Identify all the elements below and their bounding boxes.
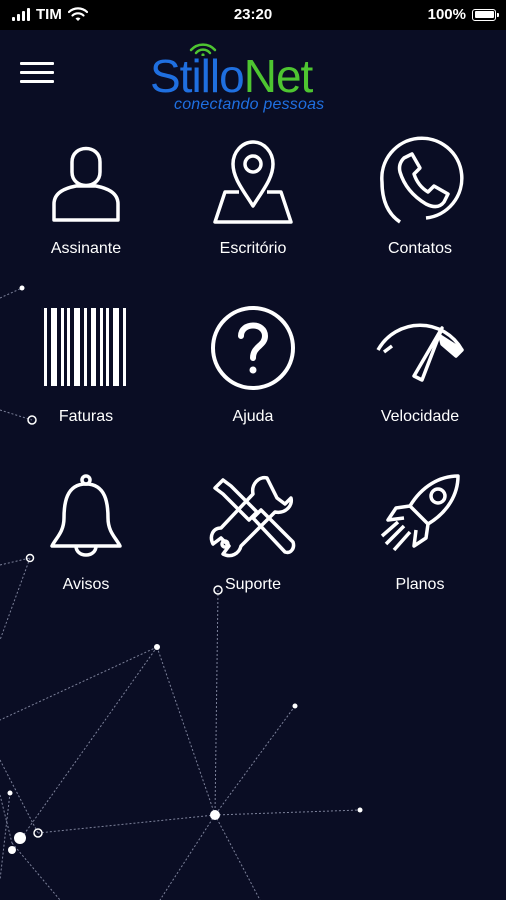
menu-item-label: Planos [395,576,445,593]
menu-item-velocidade[interactable]: Velocidade [336,298,504,448]
menu-item-avisos[interactable]: Avisos [2,466,170,616]
phone-icon [370,130,470,230]
logo-slogan: conectando pessoas [174,96,325,113]
map-pin-icon [203,130,303,230]
menu-item-label: Ajuda [232,408,274,425]
speedometer-icon [370,298,470,398]
help-icon [203,298,303,398]
battery-icon [472,8,499,21]
barcode-icon [36,298,136,398]
menu-item-contatos[interactable]: Contatos [336,130,504,280]
stillonet-logo: StilloNet conectando pessoas [150,36,360,116]
bell-icon [36,466,136,566]
menu-item-suporte[interactable]: Suporte [169,466,337,616]
user-icon [36,130,136,230]
logo-net-text: Net [243,50,314,102]
menu-item-label: Escritório [219,240,287,257]
menu-item-label: Velocidade [380,408,460,425]
menu-item-label: Contatos [387,240,453,257]
menu-item-label: Faturas [58,408,114,425]
hamburger-menu-button[interactable] [20,62,54,88]
status-bar: TIM 23:20 100% [0,0,506,30]
rocket-icon [370,466,470,566]
menu-item-faturas[interactable]: Faturas [2,298,170,448]
menu-item-label: Avisos [62,576,110,593]
status-right: 100% [427,6,499,23]
menu-item-planos[interactable]: Planos [336,466,504,616]
menu-item-ajuda[interactable]: Ajuda [169,298,337,448]
app-header: StilloNet conectando pessoas [0,30,506,120]
logo-stillo-text: Stillo [150,50,245,102]
logo-wordmark: StilloNet [150,50,314,102]
tools-icon [203,466,303,566]
menu-item-label: Suporte [224,576,282,593]
menu-item-escritorio[interactable]: Escritório [169,130,337,280]
menu-item-label: Assinante [50,240,122,257]
menu-item-assinante[interactable]: Assinante [2,130,170,280]
battery-percent: 100% [427,6,466,23]
